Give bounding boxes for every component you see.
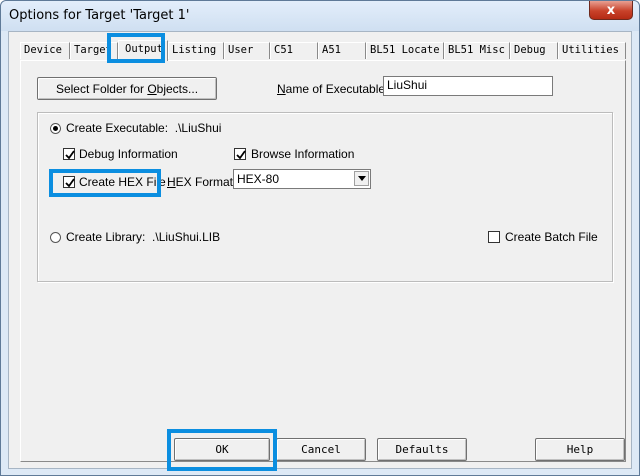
browse-info-label: Browse Information <box>251 147 355 161</box>
checkmark-icon <box>65 150 75 160</box>
checkmark-icon <box>65 178 75 188</box>
tab-a51[interactable]: A51 <box>318 42 366 59</box>
tab-c51[interactable]: C51 <box>270 42 318 59</box>
select-folder-label-post: bjects... <box>156 81 199 96</box>
tab-output[interactable]: Output <box>118 40 168 61</box>
ok-button[interactable]: OK <box>174 438 270 461</box>
dialog-body: Device Target Output Listing User C51 A5… <box>8 31 632 469</box>
name-exec-label: Name of Executable: <box>277 82 388 96</box>
name-exec-input[interactable]: LiuShui <box>383 76 553 96</box>
create-lib-path: .\LiuShui.LIB <box>152 230 221 244</box>
create-exec-radio[interactable] <box>50 123 61 134</box>
select-folder-label-accel: O <box>147 81 157 96</box>
tab-target[interactable]: Target <box>70 42 118 59</box>
debug-info-label: Debug Information <box>79 147 178 161</box>
create-exec-path: .\LiuShui <box>174 121 222 135</box>
output-panel: Select Folder for Objects... Name of Exe… <box>20 60 626 462</box>
tab-strip: Device Target Output Listing User C51 A5… <box>20 40 626 61</box>
create-lib-radio[interactable] <box>50 232 61 243</box>
tab-utilities[interactable]: Utilities <box>558 42 626 59</box>
create-hex-checkbox[interactable] <box>63 176 75 188</box>
create-exec-text: Create Executable: <box>66 121 169 135</box>
help-button[interactable]: Help <box>535 438 625 461</box>
create-lib-text: Create Library: <box>66 230 146 244</box>
hex-format-value: HEX-80 <box>237 172 280 186</box>
batch-file-checkbox[interactable] <box>488 231 500 243</box>
defaults-button[interactable]: Defaults <box>377 438 467 461</box>
tab-bl51-locate[interactable]: BL51 Locate <box>366 42 444 59</box>
select-folder-label-pre: Select Folder for <box>55 81 148 96</box>
output-group: Create Executable: .\LiuShui Debug Infor… <box>37 112 613 282</box>
tab-listing[interactable]: Listing <box>168 42 224 59</box>
title-bar[interactable]: Options for Target 'Target 1' x <box>1 1 639 31</box>
name-exec-accel: N <box>277 82 286 96</box>
hex-format-accel: H <box>167 175 176 189</box>
create-exec-label: Create Executable: .\LiuShui <box>66 121 221 135</box>
tab-user[interactable]: User <box>224 42 270 59</box>
tab-debug[interactable]: Debug <box>510 42 558 59</box>
close-button[interactable]: x <box>589 1 633 20</box>
tab-device[interactable]: Device <box>20 42 70 59</box>
name-exec-text: ame of Executable: <box>285 82 389 96</box>
options-dialog: Options for Target 'Target 1' x Device T… <box>0 0 640 476</box>
close-icon: x <box>606 2 616 18</box>
create-hex-label: Create HEX File <box>79 175 166 189</box>
cancel-button[interactable]: Cancel <box>276 438 366 461</box>
browse-info-checkbox[interactable] <box>234 148 246 160</box>
batch-file-label: Create Batch File <box>505 230 598 244</box>
radio-selected-dot <box>53 126 58 131</box>
select-folder-button[interactable]: Select Folder for Objects... <box>37 77 217 100</box>
window-title: Options for Target 'Target 1' <box>9 8 190 23</box>
hex-format-text: EX Format: <box>175 175 237 189</box>
dropdown-arrow[interactable] <box>354 171 369 186</box>
hex-format-select[interactable]: HEX-80 <box>233 169 371 189</box>
tab-bl51-misc[interactable]: BL51 Misc <box>444 42 510 59</box>
chevron-down-icon <box>357 176 366 181</box>
checkmark-icon <box>236 150 246 160</box>
hex-format-label: HEX Format: <box>167 175 236 189</box>
create-lib-label: Create Library: .\LiuShui.LIB <box>66 230 220 244</box>
debug-info-checkbox[interactable] <box>63 148 75 160</box>
